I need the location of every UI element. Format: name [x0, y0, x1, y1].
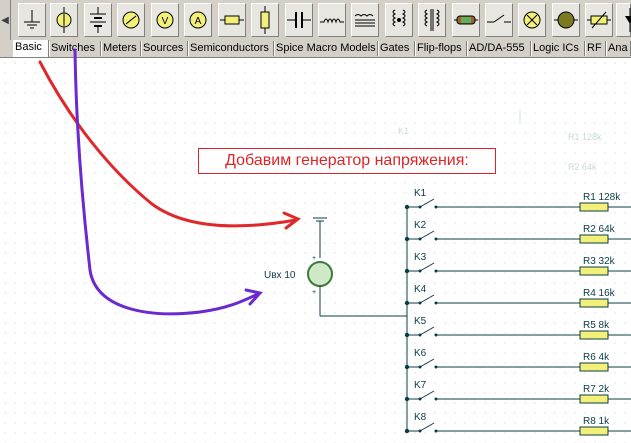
tab-basic[interactable]: Basic [13, 40, 49, 57]
lamp-cross-icon [523, 11, 541, 29]
component-toolbar: ◀ V A [0, 0, 631, 41]
tab-meters[interactable]: Meters [101, 41, 141, 56]
tab-logic-ics[interactable]: Logic ICs [531, 41, 585, 56]
svg-text:V: V [162, 16, 169, 27]
tab-rf[interactable]: RF [585, 41, 606, 56]
tab-gates[interactable]: Gates [378, 41, 415, 56]
fuse-icon [454, 15, 478, 25]
transformer-tool-button[interactable] [351, 3, 379, 37]
motor-tool-button[interactable] [552, 3, 580, 37]
inductor-tool-button[interactable] [318, 3, 346, 37]
resistor-tool-button[interactable] [218, 3, 246, 37]
capacitor-tool-button[interactable] [285, 3, 313, 37]
toolbar-scroll-left-button[interactable]: ◀ [0, 0, 11, 40]
lamp-tool-button[interactable] [50, 3, 78, 37]
potentiometer-tool-button[interactable] [251, 3, 279, 37]
battery-icon [90, 7, 106, 33]
tab-semiconductors[interactable]: Semiconductors [188, 41, 274, 56]
voltmeter-tool-button[interactable]: V [151, 3, 179, 37]
tab-sources[interactable]: Sources [141, 41, 188, 56]
potentiometer-icon [260, 6, 270, 34]
capacitor-icon [287, 12, 311, 28]
diode-tool-button[interactable] [616, 3, 631, 37]
coupled-inductor-icon [392, 9, 406, 27]
variable-resistor-icon [587, 11, 611, 29]
switch-tool-button[interactable] [485, 3, 513, 37]
switch-icon [487, 14, 511, 23]
annotation-text: Добавим генератор напряжения: [198, 148, 496, 174]
coupled-inductor-tool-button[interactable] [385, 3, 413, 37]
ammeter-tool-button[interactable]: A [184, 3, 212, 37]
diode-icon [625, 8, 631, 32]
fuse-tool-button[interactable] [452, 3, 480, 37]
tab-flip-flops[interactable]: Flip-flops [415, 41, 467, 56]
meter-icon [122, 11, 140, 29]
meter-tool-button[interactable] [117, 3, 145, 37]
tab-analog[interactable]: Ana [606, 41, 631, 56]
lamp-icon [56, 7, 72, 33]
schematic-canvas[interactable] [0, 58, 631, 443]
transformer-icon [354, 14, 375, 27]
tab-spice-macro-models[interactable]: Spice Macro Models [274, 41, 378, 56]
tab-ad-da-555[interactable]: AD/DA-555 [467, 41, 531, 56]
motor-icon [554, 11, 578, 29]
ground-icon [24, 10, 40, 29]
transformer-core-icon [424, 9, 440, 31]
ammeter-icon: A [189, 11, 207, 29]
inductor-icon [320, 18, 344, 24]
battery-tool-button[interactable] [84, 3, 112, 37]
component-tab-bar: Basic Switches Meters Sources Semiconduc… [0, 40, 631, 58]
tab-switches[interactable]: Switches [49, 41, 101, 56]
transformer-core-tool-button[interactable] [418, 3, 446, 37]
voltmeter-icon: V [156, 11, 174, 29]
ground-tool-button[interactable] [18, 3, 46, 37]
resistor-icon [220, 15, 244, 25]
lamp-cross-tool-button[interactable] [518, 3, 546, 37]
variable-resistor-tool-button[interactable] [585, 3, 613, 37]
svg-text:A: A [195, 16, 202, 27]
